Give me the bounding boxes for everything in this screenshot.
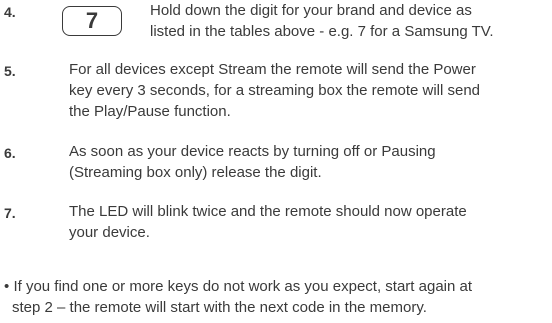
digit-key-icon: 7 xyxy=(62,6,122,36)
step-text-line: For all devices except Stream the remote… xyxy=(69,61,476,78)
step-text-line: As soon as your device reacts by turning… xyxy=(69,143,436,160)
step-text-line: the Play/Pause function. xyxy=(69,103,231,120)
note-line: step 2 – the remote will start with the … xyxy=(12,299,427,316)
step-number: 4. xyxy=(4,4,16,20)
step-text-line: Hold down the digit for your brand and d… xyxy=(150,2,472,19)
step-text: Hold down the digit for your brand and d… xyxy=(150,0,550,42)
step-text-line: The LED will blink twice and the remote … xyxy=(69,203,467,220)
step-text-line: your device. xyxy=(69,224,150,241)
step-number: 6. xyxy=(4,145,16,161)
step-number: 7. xyxy=(4,205,16,221)
step-text-line: listed in the tables above - e.g. 7 for … xyxy=(150,23,494,40)
troubleshooting-note: • If you find one or more keys do not wo… xyxy=(4,276,552,318)
step-text: The LED will blink twice and the remote … xyxy=(69,201,549,243)
step-text: As soon as your device reacts by turning… xyxy=(69,141,549,183)
digit-key-label: 7 xyxy=(85,8,99,33)
bullet-icon: • xyxy=(4,278,10,295)
step-text: For all devices except Stream the remote… xyxy=(69,59,549,122)
step-text-line: (Streaming box only) release the digit. xyxy=(69,164,322,181)
step-text-line: key every 3 seconds, for a streaming box… xyxy=(69,82,481,99)
step-number: 5. xyxy=(4,63,16,79)
note-line: If you find one or more keys do not work… xyxy=(13,278,473,295)
